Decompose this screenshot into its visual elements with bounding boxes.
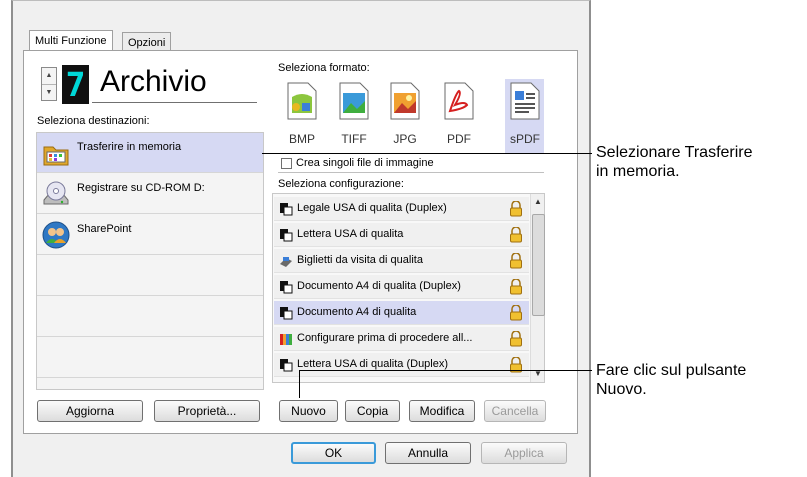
- callout-memory: Selezionare Trasferire in memoria.: [596, 143, 753, 181]
- ok-button[interactable]: OK: [291, 442, 376, 464]
- pdf-icon[interactable]: [441, 81, 477, 121]
- applica-button[interactable]: Applica: [481, 442, 567, 464]
- spinner-up-icon[interactable]: ▲: [42, 68, 56, 85]
- configure-colors-icon: [280, 334, 292, 345]
- config-item[interactable]: Documento A4 di qualita (Duplex): [274, 275, 529, 299]
- destination-item-memory[interactable]: Trasferire in memoria: [37, 133, 263, 173]
- format-label-jpg: JPG: [393, 132, 417, 146]
- aggiorna-button[interactable]: Aggiorna: [37, 400, 143, 422]
- destination-label: SharePoint: [77, 223, 132, 235]
- cd-drive-icon: [43, 181, 69, 205]
- scroll-up-icon[interactable]: ▲: [531, 194, 545, 210]
- tab-multi-funzione[interactable]: Multi Funzione: [29, 30, 113, 51]
- business-card-icon: [280, 257, 292, 267]
- scroll-thumb[interactable]: [532, 214, 545, 316]
- config-label: Lettera USA di qualita (Duplex): [297, 358, 449, 370]
- scanner-config-icon: [280, 359, 293, 372]
- callout-line-nuovo-vertical: [299, 370, 300, 398]
- proprieta-button[interactable]: Proprietà...: [154, 400, 260, 422]
- format-label-tiff: TIFF: [341, 132, 367, 146]
- config-label: Lettera USA di qualita: [297, 228, 404, 240]
- nuovo-button[interactable]: Nuovo: [279, 400, 338, 422]
- scanner-config-icon: [280, 203, 293, 216]
- config-label: Documento A4 di qualita (Duplex): [297, 280, 461, 292]
- scroll-down-icon[interactable]: ▼: [531, 366, 545, 382]
- format-divider: [278, 172, 544, 173]
- spdf-icon[interactable]: [507, 81, 543, 121]
- format-heading: Seleziona formato:: [278, 62, 370, 74]
- single-file-checkbox-label: Crea singoli file di immagine: [296, 157, 434, 169]
- callout-line-memory: [262, 153, 592, 154]
- destination-empty-row: [37, 297, 263, 337]
- callout-text: Nuovo.: [596, 381, 647, 398]
- configurations-scrollbar[interactable]: ▲ ▼: [530, 194, 545, 382]
- callout-text: in memoria.: [596, 163, 680, 180]
- configurations-heading: Seleziona configurazione:: [278, 178, 404, 190]
- destination-label: Registrare su CD-ROM D:: [77, 182, 205, 194]
- config-item[interactable]: Configurare prima di procedere all...: [274, 327, 529, 351]
- destination-item-cdrom[interactable]: Registrare su CD-ROM D:: [37, 174, 263, 214]
- memory-folder-icon: [43, 146, 69, 166]
- sharepoint-users-icon: [42, 221, 70, 249]
- scanner-config-icon: [280, 229, 293, 242]
- lock-icon: [510, 279, 522, 295]
- callout-line-nuovo: [299, 370, 592, 371]
- tab-label: Multi Funzione: [35, 35, 107, 47]
- config-label: Legale USA di qualita (Duplex): [297, 202, 447, 214]
- single-file-checkbox[interactable]: [281, 158, 292, 169]
- config-item[interactable]: Legale USA di qualita (Duplex): [274, 197, 529, 221]
- format-label-pdf: PDF: [447, 132, 471, 146]
- cancella-button[interactable]: Cancella: [484, 400, 546, 422]
- format-label-spdf: sPDF: [510, 132, 540, 146]
- config-label: Configurare prima di procedere all...: [297, 332, 473, 344]
- destination-empty-row: [37, 256, 263, 296]
- scanner-config-icon: [280, 281, 293, 294]
- callout-text: Selezionare Trasferire: [596, 144, 753, 161]
- lock-icon: [510, 305, 522, 321]
- callout-text: Fare clic sul pulsante: [596, 362, 747, 379]
- lock-icon: [510, 227, 522, 243]
- profile-underline: [92, 102, 257, 103]
- destination-item-sharepoint[interactable]: SharePoint: [37, 215, 263, 255]
- config-item[interactable]: Lettera USA di qualita (Duplex): [274, 353, 529, 377]
- annulla-button[interactable]: Annulla: [385, 442, 471, 464]
- tab-opzioni[interactable]: Opzioni: [122, 32, 172, 51]
- format-label-bmp: BMP: [288, 132, 315, 146]
- lock-icon: [510, 201, 522, 217]
- lock-icon: [510, 331, 522, 347]
- bmp-icon[interactable]: [284, 81, 320, 121]
- spinner-down-icon[interactable]: ▼: [42, 85, 56, 101]
- lock-icon: [510, 253, 522, 269]
- config-label: Documento A4 di qualita: [297, 306, 417, 318]
- tiff-icon[interactable]: [336, 81, 372, 121]
- config-item-selected[interactable]: Documento A4 di qualita: [274, 301, 529, 325]
- callout-nuovo: Fare clic sul pulsante Nuovo.: [596, 361, 746, 399]
- destination-empty-row: [37, 338, 263, 378]
- destinations-heading: Seleziona destinazioni:: [37, 115, 150, 127]
- modifica-button[interactable]: Modifica: [409, 400, 475, 422]
- config-label: Biglietti da visita di qualita: [297, 254, 423, 266]
- profile-name: Archivio: [100, 65, 207, 98]
- jpg-icon[interactable]: [387, 81, 423, 121]
- tab-label: Opzioni: [128, 37, 166, 49]
- copia-button[interactable]: Copia: [345, 400, 400, 422]
- config-item[interactable]: Biglietti da visita di qualita: [274, 249, 529, 273]
- profile-spinner[interactable]: ▲ ▼: [41, 67, 57, 101]
- destination-label: Trasferire in memoria: [77, 141, 182, 153]
- profile-number: 7: [62, 65, 89, 104]
- config-item[interactable]: Lettera USA di qualita: [274, 223, 529, 247]
- scanner-config-icon: [280, 307, 293, 320]
